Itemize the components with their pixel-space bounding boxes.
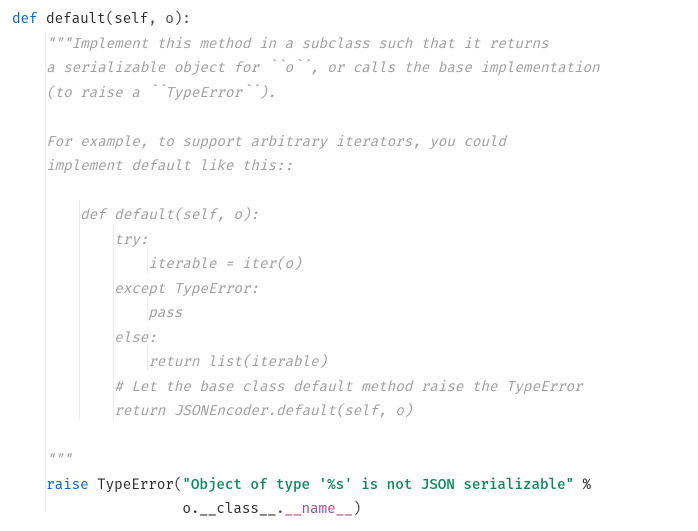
source-code: def default(self, o): """Implement this … xyxy=(12,8,686,523)
raise-line: raise TypeError("Object of type '%s' is … xyxy=(12,474,686,499)
keyword-def: def xyxy=(12,11,38,28)
docstring-code: try: xyxy=(12,232,148,249)
docstring-line: For example, to support arbitrary iterat… xyxy=(12,134,506,151)
docstring-line: a serializable object for ``o``, or call… xyxy=(12,60,600,77)
docstring-code: pass xyxy=(12,305,182,322)
docstring-code: return JSONEncoder.default(self, o) xyxy=(12,403,412,420)
docstring-blank xyxy=(12,183,46,200)
function-name: default xyxy=(38,11,106,28)
docstring-code: else: xyxy=(12,330,157,347)
docstring-blank xyxy=(12,109,46,126)
docstring-line: (to raise a ``TypeError``). xyxy=(12,85,276,102)
code-block: def default(self, o): """Implement this … xyxy=(12,8,686,523)
raise-continuation: o.__class__.__name__) xyxy=(12,498,686,523)
docstring-code: except TypeError: xyxy=(12,281,259,298)
docstring-code: def default(self, o): xyxy=(12,207,259,224)
docstring-line: """Implement this method in a subclass s… xyxy=(12,36,548,53)
docstring-close: """ xyxy=(12,452,72,469)
def-line: def default(self, o): xyxy=(12,8,686,33)
docstring-code: return list(iterable) xyxy=(12,354,327,371)
docstring-code: iterable = iter(o) xyxy=(12,256,302,273)
docstring-blank xyxy=(12,428,46,445)
param-self: self xyxy=(114,11,148,28)
docstring-code: # Let the base class default method rais… xyxy=(12,379,583,396)
class-typeerror: TypeError xyxy=(89,477,174,494)
docstring-line: implement default like this:: xyxy=(12,158,293,175)
attr-class: __class__ xyxy=(199,501,276,518)
string-literal: "Object of type '%s' is not JSON seriali… xyxy=(182,477,574,494)
attr-name: __name__ xyxy=(285,501,353,518)
keyword-raise: raise xyxy=(46,477,89,494)
